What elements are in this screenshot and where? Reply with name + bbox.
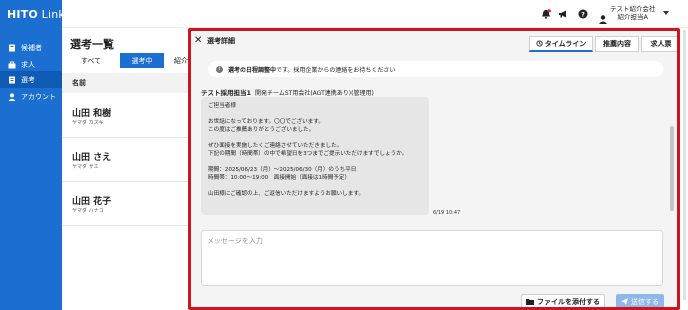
modal-title: 選考詳細 [207, 37, 235, 45]
candidate-name: 山田 和樹 [72, 109, 112, 119]
sidebar-item-label: 候補者 [21, 43, 42, 52]
selection-icon [8, 76, 16, 84]
help-icon[interactable]: ? [578, 9, 588, 19]
message-input[interactable]: メッセージを入力 [201, 230, 663, 286]
sidebar: HITO Link 候補者 求人 選考 アカウント [0, 0, 65, 310]
tab-job-posting[interactable]: 求人票 [641, 36, 677, 52]
account-icon [8, 92, 16, 101]
folder-icon [526, 298, 534, 305]
page-title: 選考一覧 [70, 38, 114, 51]
tab-timeline[interactable]: タイムライン [529, 36, 593, 52]
sidebar-item-label: 選考 [21, 75, 35, 84]
message-sender: テスト採用担当1 開発チームST用会社(AGT連携あり)(管理用) [201, 87, 374, 97]
svg-text:?: ? [581, 10, 585, 18]
candidate-kana: ヤマダ サエ [72, 164, 99, 170]
notification-bell-icon[interactable] [541, 9, 551, 19]
history-icon [536, 40, 543, 47]
sender-name: テスト採用担当1 [201, 89, 252, 97]
message-timestamp: 6/19 10:47 [433, 210, 461, 216]
candidate-kana: ヤマダ カズキ [72, 120, 104, 126]
selection-list-panel: 選考一覧 すべて 選考中 紹介 名前 山田 和樹 ヤマダ カズキ 山田 さえ ヤ… [62, 28, 188, 310]
tab-in-selection[interactable]: 選考中 [120, 53, 164, 68]
candidate-row[interactable]: 山田 和樹 ヤマダ カズキ [62, 94, 188, 138]
page-scrollbar[interactable] [683, 30, 686, 300]
candidates-icon [8, 44, 16, 52]
info-icon: i [216, 65, 223, 73]
close-icon[interactable]: ✕ [194, 36, 203, 46]
app-logo[interactable]: HITO Link [7, 8, 65, 21]
sidebar-item-label: 求人 [21, 60, 35, 69]
user-menu[interactable]: テスト紹介会社 紹介担当A [610, 5, 656, 21]
send-icon [621, 298, 628, 305]
message-bubble: ご担当者様 お世話になっております。〇〇でございます。 この度はご推薦ありがとう… [201, 97, 429, 215]
user-avatar-icon[interactable] [599, 9, 607, 24]
tab-referral[interactable]: 紹介 [164, 53, 188, 68]
attach-file-button[interactable]: ファイルを添付する [521, 294, 605, 307]
user-role: 紹介担当A [617, 13, 648, 21]
announcement-megaphone-icon[interactable] [558, 9, 568, 19]
chevron-down-icon[interactable] [663, 11, 669, 15]
sender-org: 開発チームST用会社(AGT連携あり)(管理用) [255, 90, 374, 97]
selection-detail-modal: ✕ 選考詳細 タイムライン 推薦内容 求人票 i 選考の日程調整中 です。採用企業… [188, 28, 680, 310]
candidate-name: 山田 さえ [72, 153, 112, 163]
candidate-kana: ヤマダ ハナコ [72, 208, 104, 214]
tab-all[interactable]: すべて [62, 53, 120, 68]
candidate-row[interactable]: 山田 さえ ヤマダ サエ [62, 138, 188, 182]
timeline-scrollbar[interactable] [670, 126, 674, 211]
send-button[interactable]: 送信する [616, 294, 664, 307]
sidebar-item-selection[interactable]: 選考 [0, 71, 62, 88]
sidebar-item-account[interactable]: アカウント [0, 88, 62, 105]
name-column-header[interactable]: 名前 [62, 73, 188, 93]
status-notice: i 選考の日程調整中 です。採用企業からの連絡をお待ちください [208, 61, 663, 77]
user-company: テスト紹介会社 [610, 5, 656, 13]
job-icon [8, 61, 16, 69]
candidate-name: 山田 花子 [72, 197, 112, 207]
sidebar-item-candidates[interactable]: 候補者 [0, 39, 62, 56]
tab-recommendation[interactable]: 推薦内容 [595, 36, 639, 52]
candidate-row[interactable]: 山田 花子 ヤマダ ハナコ [62, 182, 188, 226]
top-bar: ? [62, 0, 688, 28]
sidebar-item-label: アカウント [21, 92, 56, 101]
